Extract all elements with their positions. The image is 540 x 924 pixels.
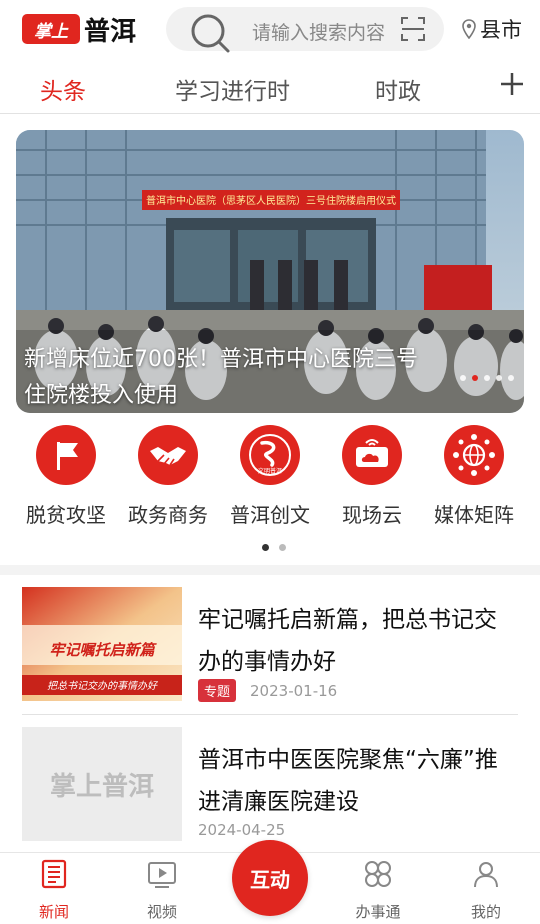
channel-label: 政务商务	[128, 503, 208, 527]
tab-politics[interactable]: 时政	[375, 72, 421, 106]
logo-text: 普洱	[84, 16, 137, 47]
banner-indicator	[460, 375, 514, 381]
channel-government[interactable]: 政务商务	[118, 425, 218, 528]
thumb-line1: 牢记嘱托启新篇	[49, 641, 157, 659]
nav-label: 办事通	[355, 903, 401, 921]
location-pin-icon	[462, 19, 476, 39]
news-meta: 专题 2023-01-16	[198, 679, 337, 702]
county-label: 县市	[480, 18, 522, 42]
banner-dot	[460, 375, 466, 381]
video-icon	[148, 862, 176, 888]
channel-media-matrix[interactable]: 媒体矩阵	[424, 425, 524, 528]
network-globe-icon	[444, 425, 504, 485]
thumb-line2: 把总书记交办的事情办好	[47, 680, 159, 692]
scan-icon[interactable]	[400, 16, 426, 42]
app-screen: 掌上 普洱 请输入搜索内容 县市 头条 学习进行时 时政 普洱市中心医院（思茅区…	[0, 0, 540, 924]
channel-tabs: 头条 学习进行时 时政	[0, 60, 540, 114]
news-item[interactable]: 牢记嘱托启新篇 把总书记交办的事情办好 牢记嘱托启新篇，把总书记交办的事情办好 …	[22, 587, 518, 707]
page-dot-active	[262, 544, 269, 551]
banner-dot-active	[472, 375, 478, 381]
add-channel-icon[interactable]	[500, 72, 524, 96]
banner-sign-text: 普洱市中心医院（思茅区人民医院）三号住院楼启用仪式	[146, 194, 396, 207]
news-tag: 专题	[198, 679, 237, 702]
civilization-icon: 文明普洱	[240, 425, 300, 485]
search-placeholder: 请输入搜索内容	[252, 22, 386, 44]
nav-news[interactable]: 新闻	[14, 859, 94, 922]
interact-button[interactable]: 互动	[232, 840, 308, 916]
banner-dot	[496, 375, 502, 381]
services-icon	[365, 861, 391, 887]
nav-profile[interactable]: 我的	[446, 859, 526, 922]
page-dot	[279, 544, 286, 551]
cloud-screen-icon	[342, 425, 402, 485]
banner-carousel[interactable]: 普洱市中心医院（思茅区人民医院）三号住院楼启用仪式 新增床位近700张！普洱市中…	[16, 130, 524, 413]
flag-icon	[36, 425, 96, 485]
news-date: 2024-04-25	[198, 821, 286, 839]
channel-shortcuts: 脱贫攻坚 政务商务 文明普洱 普洱创文 现场云 媒体矩阵	[0, 425, 540, 535]
logo-badge: 掌上	[22, 14, 80, 44]
banner-caption: 新增床位近700张！普洱市中心医院三号住院楼投入使用	[24, 347, 418, 408]
county-selector[interactable]: 县市	[462, 14, 522, 44]
news-title: 牢记嘱托启新篇，把总书记交办的事情办好	[198, 607, 497, 675]
nav-services[interactable]: 办事通	[338, 859, 418, 922]
channel-civilization[interactable]: 文明普洱 普洱创文	[220, 425, 320, 528]
profile-icon	[474, 862, 498, 888]
news-thumbnail: 牢记嘱托启新篇 把总书记交办的事情办好	[22, 587, 182, 701]
nav-video[interactable]: 视频	[122, 859, 202, 922]
search-bar[interactable]: 请输入搜索内容	[166, 7, 444, 53]
news-meta: 2024-04-25	[198, 821, 285, 839]
channel-poverty[interactable]: 脱贫攻坚	[16, 425, 116, 528]
channel-label: 媒体矩阵	[434, 503, 514, 527]
channel-live-cloud[interactable]: 现场云	[322, 425, 422, 528]
nav-label: 我的	[470, 903, 501, 921]
handshake-icon	[138, 425, 198, 485]
nav-label: 视频	[146, 903, 177, 921]
channel-label: 现场云	[342, 503, 402, 527]
news-date: 2023-01-16	[250, 681, 338, 700]
news-item[interactable]: 掌上普洱 普洱市中医医院聚焦“六廉”推进清廉医院建设 2024-04-25	[22, 727, 518, 847]
nav-label: 新闻	[38, 903, 69, 921]
news-icon	[41, 859, 67, 889]
news-thumbnail: 掌上普洱	[22, 727, 182, 841]
list-divider	[22, 714, 518, 715]
search-icon	[191, 14, 230, 53]
thumb-placeholder-text: 掌上普洱	[49, 771, 154, 802]
channel-page-indicator	[262, 544, 286, 551]
banner-dot	[484, 375, 490, 381]
app-logo: 掌上 普洱	[22, 12, 137, 47]
news-title: 普洱市中医医院聚焦“六廉”推进清廉医院建设	[198, 747, 498, 815]
civilization-icon-text: 文明普洱	[258, 467, 282, 475]
banner-dot	[508, 375, 514, 381]
section-separator	[0, 565, 540, 575]
header: 掌上 普洱 请输入搜索内容 县市	[0, 0, 540, 60]
channel-label: 普洱创文	[230, 503, 310, 527]
tab-study[interactable]: 学习进行时	[175, 72, 290, 106]
channel-label: 脱贫攻坚	[26, 503, 106, 527]
tab-headlines[interactable]: 头条	[40, 72, 86, 106]
